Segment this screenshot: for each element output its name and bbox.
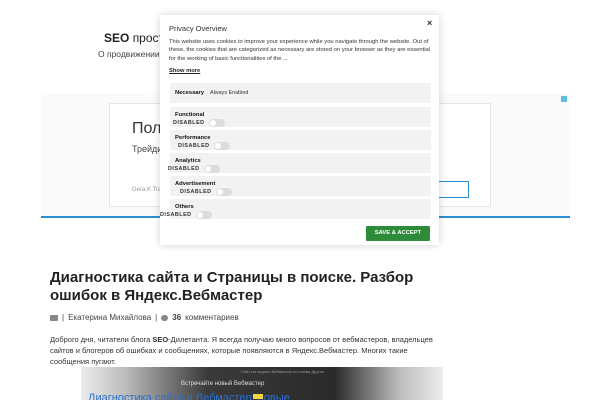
category-functional[interactable]: Functional DISABLED	[170, 107, 431, 127]
category-status: DISABLED	[160, 212, 192, 218]
category-toggle-row: DISABLED	[178, 142, 230, 150]
category-toggle-row: DISABLED	[173, 119, 225, 127]
site-title[interactable]: SEO прост	[104, 31, 164, 45]
toggle-switch[interactable]	[215, 188, 232, 196]
toggle-switch[interactable]	[195, 211, 212, 219]
video-caption: Встречайте новый Вебмастер	[181, 381, 265, 387]
comments-label[interactable]: комментариев	[185, 313, 239, 322]
category-toggle-row: DISABLED	[160, 211, 212, 219]
toggle-switch[interactable]	[208, 119, 225, 127]
save-accept-button[interactable]: SAVE & ACCEPT	[366, 226, 430, 241]
article-meta: | Екатерина Михайлова | 36 комментариев	[50, 313, 239, 322]
category-analytics[interactable]: Analytics DISABLED	[168, 153, 431, 173]
category-advertisement[interactable]: Advertisement DISABLED	[170, 176, 431, 196]
ad-subtitle: Трейди	[132, 144, 163, 154]
meta-separator: |	[155, 313, 158, 322]
category-name: Analytics	[175, 158, 201, 164]
meta-separator: |	[62, 313, 65, 322]
ad-info-icon[interactable]	[561, 96, 567, 102]
category-name: Performance	[175, 135, 211, 141]
show-more-link[interactable]: Show more	[169, 68, 200, 74]
video-embed[interactable]: Сайт на ладони Вебмастер по шагам Другое…	[81, 367, 443, 400]
category-performance[interactable]: Performance DISABLED	[170, 130, 431, 150]
category-name: Others	[175, 204, 194, 210]
modal-title: Privacy Overview	[169, 24, 227, 33]
privacy-description: This website uses cookies to improve you…	[169, 39, 431, 62]
category-status: DISABLED	[180, 189, 212, 195]
comment-icon	[161, 314, 169, 321]
category-toggle-row: DISABLED	[180, 188, 232, 196]
folder-icon	[50, 314, 58, 321]
category-status: DISABLED	[173, 120, 205, 126]
category-status: Always Enabled	[210, 90, 249, 96]
category-status: DISABLED	[178, 143, 210, 149]
article-intro: Доброго дня, читатели блога SEO-Дилетант…	[50, 335, 433, 366]
category-name: Advertisement	[175, 181, 216, 187]
category-others[interactable]: Others DISABLED	[160, 199, 431, 219]
toggle-switch[interactable]	[203, 165, 220, 173]
author-link[interactable]: Екатерина Михайлова	[68, 313, 151, 322]
category-toggle-row: DISABLED	[168, 165, 220, 173]
privacy-modal: Privacy Overview × This website uses coo…	[160, 15, 439, 245]
toggle-switch[interactable]	[213, 142, 230, 150]
article-title[interactable]: Диагностика сайта и Страницы в поиске. Р…	[50, 269, 430, 305]
video-badge	[253, 394, 263, 399]
comments-count[interactable]: 36	[172, 313, 181, 322]
category-name: Necessary	[175, 90, 205, 96]
category-name: Functional	[175, 112, 205, 118]
site-tagline: О продвижении б	[98, 49, 167, 59]
close-icon[interactable]: ×	[427, 18, 432, 28]
video-nav: Сайт на ладони Вебмастер по шагам Другое	[241, 369, 325, 374]
category-status: DISABLED	[168, 166, 200, 172]
category-necessary[interactable]: Necessary Always Enabled	[170, 83, 431, 103]
